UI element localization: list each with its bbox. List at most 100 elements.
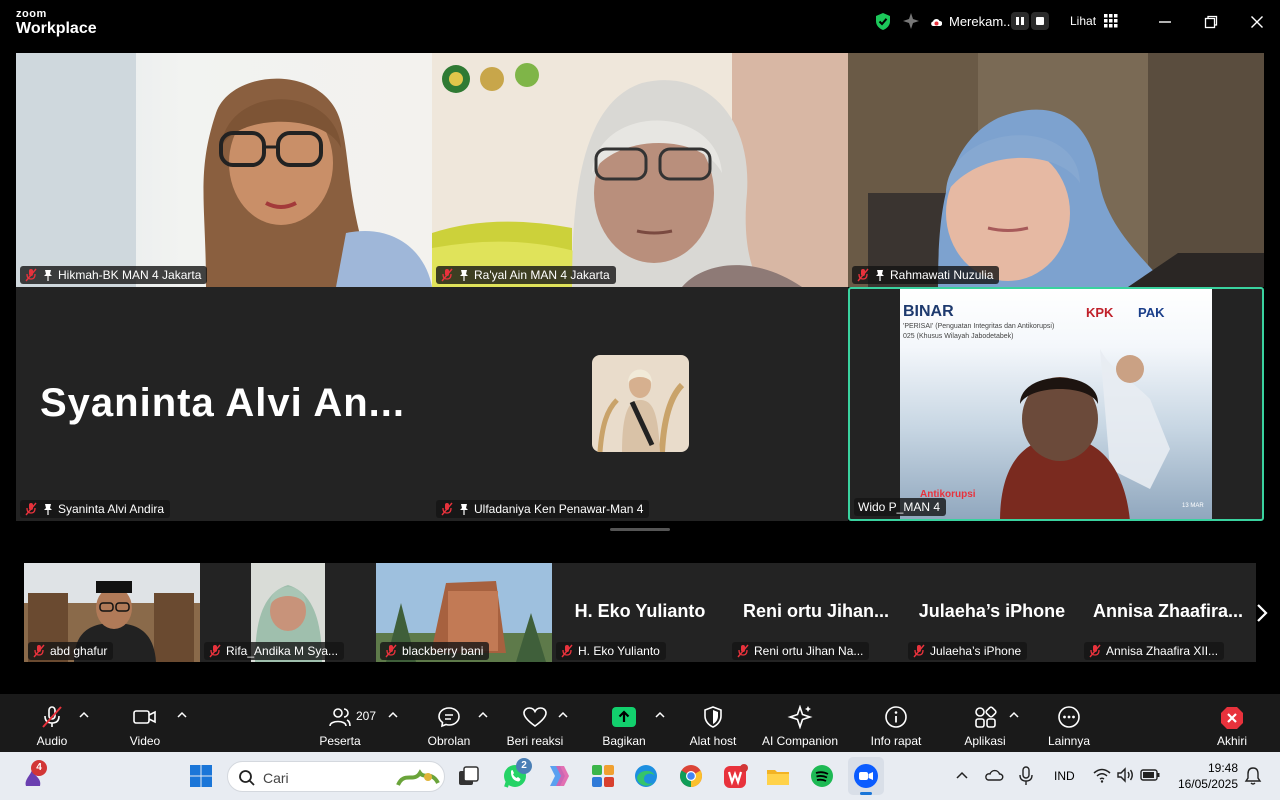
participant-name: Ra'yal Ain MAN 4 Jakarta — [474, 268, 610, 282]
ai-sparkle-icon[interactable] — [902, 12, 920, 30]
recording-indicator[interactable]: Merekam... — [930, 14, 1014, 29]
view-label: Lihat — [1070, 14, 1097, 28]
filmstrip-tile[interactable]: Rifa_Andika M Sya... — [200, 563, 376, 662]
participant-name-tag: Ra'yal Ain MAN 4 Jakarta — [436, 266, 616, 284]
stop-recording-button[interactable] — [1031, 12, 1049, 30]
chevron-up-icon[interactable] — [655, 711, 665, 719]
edge-icon[interactable] — [632, 762, 660, 790]
participants-button[interactable]: Peserta — [312, 694, 368, 752]
participant-display-name: Annisa Zhaafira... — [1092, 601, 1244, 621]
chevron-up-icon[interactable] — [558, 711, 568, 719]
copilot-icon[interactable] — [543, 762, 571, 790]
filmstrip-tile[interactable]: Annisa Zhaafira... Annisa Zhaafira XII..… — [1080, 563, 1256, 662]
participant-name-tag: Julaeha’s iPhone — [908, 642, 1028, 660]
taskbar-search[interactable]: Cari — [227, 761, 445, 792]
notification-bell-icon[interactable] — [1244, 766, 1262, 786]
restore-icon[interactable] — [1199, 10, 1223, 34]
participant-name-tag: Reni ortu Jihan Na... — [732, 642, 870, 660]
participant-display-name: Reni ortu Jihan... — [742, 601, 889, 621]
microphone-icon[interactable] — [1018, 766, 1034, 786]
ai-companion-icon — [787, 705, 813, 729]
video-button[interactable]: Video — [123, 694, 167, 752]
chrome-icon[interactable] — [677, 762, 705, 790]
pause-recording-button[interactable] — [1011, 12, 1029, 30]
task-view-icon[interactable] — [455, 762, 483, 790]
leave-icon — [1221, 707, 1243, 729]
meeting-info-button[interactable]: Info rapat — [866, 694, 926, 752]
input-language[interactable]: IND — [1054, 769, 1075, 783]
volume-icon[interactable] — [1116, 767, 1134, 783]
end-meeting-button[interactable]: Akhiri — [1210, 694, 1254, 752]
resize-handle[interactable] — [610, 528, 670, 531]
audio-button[interactable]: Audio — [30, 694, 74, 752]
participant-name-tag: H. Eko Yulianto — [556, 642, 666, 660]
filmstrip-tile[interactable]: Julaeha’s iPhone Julaeha’s iPhone — [904, 563, 1080, 662]
office-apps-icon[interactable] — [589, 762, 617, 790]
system-clock[interactable]: 19:48 16/05/2025 — [1178, 760, 1238, 792]
video-tile[interactable]: Syaninta Alvi An... Syaninta Alvi Andira — [16, 287, 432, 521]
file-explorer-icon[interactable] — [764, 762, 792, 790]
grid-view-icon — [1104, 14, 1118, 28]
pin-icon — [44, 504, 52, 515]
whatsapp-badge: 2 — [516, 758, 532, 774]
video-tile[interactable]: Hikmah-BK MAN 4 Jakarta — [16, 53, 432, 287]
chat-button[interactable]: Obrolan — [424, 694, 474, 752]
shared-background: BINAR 'PERISAI' (Penguatan Integritas da… — [900, 289, 1212, 519]
spotify-icon[interactable] — [808, 762, 836, 790]
participant-name: H. Eko Yulianto — [578, 644, 660, 658]
audio-label: Audio — [36, 734, 68, 748]
zoom-logo: zoom Workplace — [16, 8, 97, 37]
participant-name: Syaninta Alvi Andira — [58, 502, 165, 516]
chevron-up-icon[interactable] — [177, 711, 187, 719]
info-icon — [885, 706, 907, 728]
ai-companion-button[interactable]: AI Companion — [760, 694, 840, 752]
share-button[interactable]: Bagikan — [598, 694, 650, 752]
filmstrip-tile[interactable]: blackberry bani — [376, 563, 552, 662]
participant-name-tag: abd ghafur — [28, 642, 114, 660]
title-bar: zoom Workplace Merekam... Lihat — [0, 0, 1280, 44]
chevron-up-icon[interactable] — [1009, 711, 1019, 719]
apps-button[interactable]: Aplikasi — [960, 694, 1010, 752]
mic-off-icon — [441, 268, 453, 282]
react-button[interactable]: Beri reaksi — [504, 694, 566, 752]
video-tile[interactable]: Rahmawati Nuzulia — [848, 53, 1264, 287]
participant-name-tag: Annisa Zhaafira XII... — [1084, 642, 1225, 660]
close-icon[interactable] — [1245, 10, 1269, 34]
minimize-icon[interactable] — [1153, 10, 1177, 34]
video-tile[interactable]: Ulfadaniya Ken Penawar-Man 4 — [432, 287, 848, 521]
meeting-toolbar: Audio Video Peserta 207 Obrolan Beri rea… — [0, 694, 1280, 752]
chevron-up-icon[interactable] — [388, 711, 398, 719]
video-tile[interactable]: Ra'yal Ain MAN 4 Jakarta — [432, 53, 848, 287]
video-label: Video — [129, 734, 161, 748]
filmstrip-tile[interactable]: H. Eko Yulianto H. Eko Yulianto — [552, 563, 728, 662]
encryption-shield-icon[interactable] — [874, 12, 892, 31]
zoom-taskbar-active[interactable] — [848, 757, 884, 795]
chevron-up-icon[interactable] — [79, 711, 89, 719]
onedrive-icon[interactable] — [984, 766, 1004, 784]
chevron-up-icon[interactable] — [955, 770, 969, 780]
battery-icon[interactable] — [1140, 769, 1160, 781]
participant-video — [432, 53, 848, 287]
more-label: Lainnya — [1047, 734, 1091, 748]
search-highlight-icon — [396, 769, 440, 786]
participant-name-tag: Rahmawati Nuzulia — [852, 266, 1000, 284]
wps-office-icon[interactable] — [721, 762, 749, 790]
search-icon — [239, 770, 255, 786]
active-speaker-tile[interactable]: BINAR 'PERISAI' (Penguatan Integritas da… — [848, 287, 1264, 521]
mic-off-icon — [737, 644, 749, 658]
host-tools-label: Alat host — [689, 734, 737, 748]
leave-label: Akhiri — [1216, 734, 1247, 748]
chevron-up-icon[interactable] — [478, 711, 488, 719]
ai-companion-label: AI Companion — [761, 734, 839, 748]
participant-display-name: Julaeha’s iPhone — [918, 601, 1066, 621]
more-button[interactable]: Lainnya — [1044, 694, 1094, 752]
windows-start-icon[interactable] — [187, 762, 215, 790]
host-tools-button[interactable]: Alat host — [686, 694, 740, 752]
chevron-right-icon[interactable] — [1254, 603, 1270, 623]
wifi-icon[interactable] — [1093, 767, 1111, 783]
participant-name-tag: Syaninta Alvi Andira — [20, 500, 171, 518]
filmstrip-tile[interactable]: abd ghafur — [24, 563, 200, 662]
filmstrip-tile[interactable]: Reni ortu Jihan... Reni ortu Jihan Na... — [728, 563, 904, 662]
view-button[interactable]: Lihat — [1070, 14, 1118, 28]
clock-time: 19:48 — [1207, 761, 1238, 775]
